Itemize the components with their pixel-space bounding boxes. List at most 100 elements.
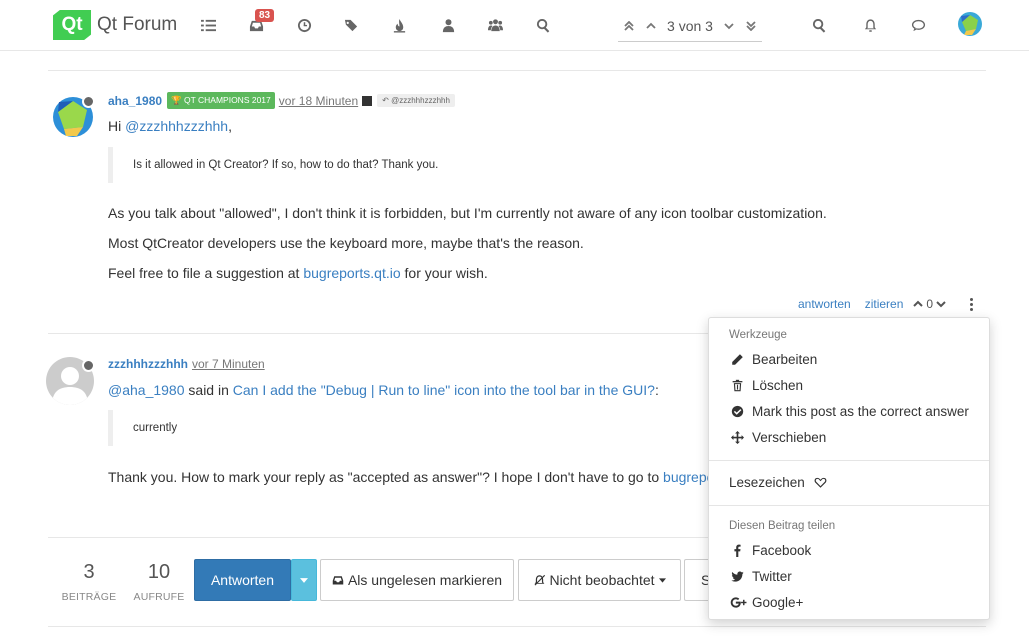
bell-slash-icon [534,574,546,585]
post-divider [48,333,708,334]
views-stat: 10 AUFRUFE [130,561,188,603]
blockquote: currently [108,410,177,446]
facebook-icon [729,542,745,558]
groups-icon[interactable] [486,16,504,34]
reply-to-user: @zzzhhhzzzhhh [391,96,450,105]
mention-link[interactable]: @aha_1980 [108,382,185,398]
quote-link[interactable]: zitieren [865,297,904,311]
share-twitter-label: Twitter [752,568,792,584]
tags-icon[interactable] [342,16,360,34]
post-meta: zzzhhhzzzhhh vor 7 Minuten [108,357,265,371]
previous-page-icon[interactable] [645,19,657,33]
post-paragraph: Thank you. How to mark your reply as "ac… [108,469,708,485]
said-colon: : [654,382,659,398]
post-meta: aha_1980 🏆 QT CHAMPIONS 2017 vor 18 Minu… [108,92,455,109]
move-post-item[interactable]: Verschieben [729,429,826,445]
posts-stat: 3 BEITRÄGE [58,561,120,603]
share-google-label: Google+ [752,594,804,610]
popular-fire-icon[interactable] [390,16,408,34]
post-tools-dropdown: Werkzeuge Bearbeiten Löschen Mark this p… [708,317,990,620]
bookmark-item[interactable]: Lesezeichen [729,474,829,490]
inbox-icon [332,576,344,585]
chat-bubble-icon[interactable] [909,16,927,34]
bookmark-label: Lesezeichen [729,474,805,490]
tools-section-header: Werkzeuge [729,329,787,341]
menu-divider [709,505,989,506]
post-pagination: 3 von 3 [618,10,762,42]
para-prefix: Thank you. How to mark your reply as "ac… [108,469,664,485]
downvote-icon[interactable] [936,299,946,309]
mark-correct-answer-item[interactable]: Mark this post as the correct answer [729,403,969,419]
offline-status-dot [82,359,95,372]
post-paragraph: Feel free to file a suggestion at bugrep… [108,265,488,281]
posts-label: BEITRÄGE [61,591,117,603]
edit-post-item[interactable]: Bearbeiten [729,351,817,367]
greeting-suffix: , [228,118,232,134]
post-author-name[interactable]: zzzhhhzzzhhh [108,357,188,371]
champion-badge: 🏆 QT CHAMPIONS 2017 [167,92,275,109]
mark-unread-button[interactable]: Als ungelesen markieren [320,559,514,601]
quote-text: Is it allowed in Qt Creator? If so, how … [133,159,439,171]
delete-post-item[interactable]: Löschen [729,377,803,393]
reply-options-caret[interactable] [291,559,317,601]
vote-count: 0 [926,297,934,311]
unread-count-badge: 83 [255,9,275,22]
edit-post-label: Bearbeiten [752,351,818,367]
brand-link[interactable]: Qt Qt Forum [53,10,177,40]
post-divider [48,70,986,71]
share-twitter-item[interactable]: Twitter [729,568,792,584]
brand-title: Qt Forum [97,14,178,35]
bugreports-link[interactable]: bugreports.qt.io [303,265,400,281]
quote-attribution: @aha_1980 said in Can I add the "Debug |… [108,382,659,398]
upvote-icon[interactable] [913,299,924,309]
user-avatar[interactable] [958,12,982,36]
notifications-bell-icon[interactable] [861,16,879,34]
topic-link[interactable]: Can I add the "Debug | Run to line" icon… [233,382,655,398]
next-page-icon[interactable] [723,19,735,33]
reply-to-tag[interactable]: ↶ @zzzhhhzzzhhh [377,94,455,107]
greeting-prefix: Hi [108,118,126,134]
para-suffix: for your wish. [400,265,488,281]
header-search-icon[interactable] [810,16,828,34]
blockquote: Is it allowed in Qt Creator? If so, how … [108,147,438,183]
mention-link[interactable]: @zzzhhhzzzhhh [125,118,228,134]
post-greeting: Hi @zzzhhhzzzhhh, [108,118,232,134]
share-facebook-item[interactable]: Facebook [729,542,811,558]
reply-button[interactable]: Antworten [194,559,291,601]
offline-status-dot [82,95,95,108]
watch-state-button[interactable]: Nicht beobachtet [518,559,681,601]
views-label: AUFRUFE [133,591,185,603]
recent-clock-icon[interactable] [295,16,313,34]
search-icon[interactable] [534,16,552,34]
page-divider [48,626,986,627]
mark-unread-label: Als ungelesen markieren [347,572,503,588]
caret-down-icon [658,577,666,583]
quote-text: currently [133,422,178,434]
move-arrows-icon [729,429,745,445]
delete-post-label: Löschen [752,377,804,393]
post-actions: antworten zitieren 0 [798,297,974,311]
reply-link[interactable]: antworten [798,297,851,311]
first-page-icon[interactable] [623,19,635,33]
said-in-text: said in [184,382,233,398]
pencil-icon [729,351,745,367]
post-author-name[interactable]: aha_1980 [108,94,162,108]
post-divider [48,537,708,538]
post-timestamp[interactable]: vor 18 Minuten [279,94,358,108]
share-google-item[interactable]: Google+ [729,594,803,610]
users-icon[interactable] [439,16,457,34]
trash-icon [729,377,745,393]
posts-count: 3 [83,561,95,583]
check-circle-icon [729,403,745,419]
mark-correct-answer-label: Mark this post as the correct answer [752,403,969,419]
move-post-label: Verschieben [752,429,827,445]
pager-position: 3 von 3 [667,17,713,34]
bugreports-link[interactable]: bugreports.qt.io [663,469,708,485]
para-prefix: Feel free to file a suggestion at [108,265,304,281]
champion-badge-label: QT CHAMPIONS 2017 [184,95,271,105]
post-timestamp[interactable]: vor 7 Minuten [192,357,265,371]
watch-state-label: Nicht beobachtet [549,572,655,588]
categories-icon[interactable] [199,16,217,34]
last-page-icon[interactable] [745,19,757,33]
post-tools-menu-icon[interactable] [970,297,974,311]
